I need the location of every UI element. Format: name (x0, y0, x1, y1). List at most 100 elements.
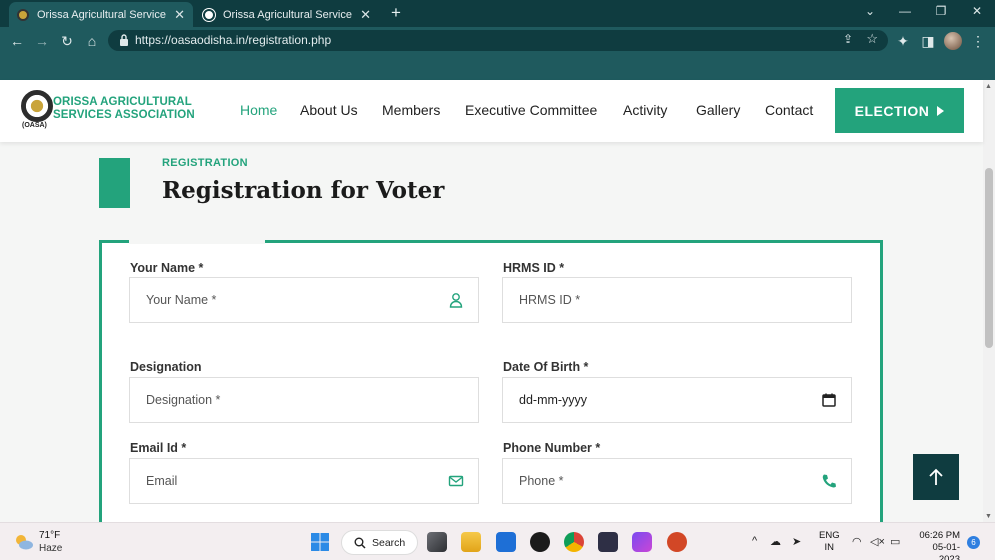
language-indicator[interactable]: ENG IN (819, 530, 840, 554)
nav-home[interactable]: Home (240, 102, 277, 118)
mail-icon (448, 475, 464, 487)
your-name-placeholder: Your Name * (146, 293, 217, 307)
email-placeholder: Email (146, 474, 178, 488)
registration-page: REGISTRATION Registration for Voter Your… (0, 142, 983, 522)
site-favicon (17, 8, 29, 21)
lock-icon (120, 34, 128, 46)
show-hidden-icons-chevron-icon[interactable]: ^ (752, 535, 757, 547)
file-explorer-icon[interactable] (461, 532, 481, 552)
browser-tab-bar: Orissa Agricultural Services Asso ✕ Oris… (0, 0, 995, 27)
election-button[interactable]: ELECTION (835, 88, 964, 133)
scroll-up-arrow-icon[interactable]: ▲ (985, 83, 992, 90)
volume-muted-icon[interactable]: ◁× (870, 535, 885, 548)
system-clock[interactable]: 06:26 PM 05-01-2023 (912, 530, 960, 560)
forward-icon[interactable]: → (33, 32, 51, 50)
back-to-top-button[interactable] (913, 454, 959, 500)
form-frame-gap (129, 238, 265, 244)
page-scrollbar[interactable]: ▲ ▼ (983, 80, 995, 522)
browser-tab-1[interactable]: Orissa Agricultural Services Asso ✕ (9, 2, 193, 27)
nav-members[interactable]: Members (382, 102, 440, 118)
phone-label: Phone Number * (503, 441, 601, 455)
dob-placeholder: dd-mm-yyyy (519, 393, 588, 407)
reload-icon[interactable]: ↻ (58, 32, 76, 50)
site-header: (OASA) ORISSA AGRICULTURAL SERVICES ASSO… (0, 80, 983, 142)
task-view-icon[interactable] (427, 532, 447, 552)
profile-avatar[interactable] (944, 32, 962, 50)
notification-badge[interactable]: 6 (967, 536, 980, 549)
url-text: https://oasaodisha.in/registration.php (135, 33, 332, 47)
address-bar[interactable]: https://oasaodisha.in/registration.php ⇪… (108, 30, 888, 51)
picsart-icon[interactable] (632, 532, 652, 552)
search-icon (354, 537, 366, 549)
weather-temperature: 71°F (39, 530, 61, 541)
close-tab-icon[interactable]: ✕ (174, 7, 185, 23)
designation-input[interactable]: Designation * (129, 377, 479, 423)
dob-label: Date Of Birth * (503, 360, 589, 374)
wifi-icon[interactable]: ◠ (852, 535, 862, 548)
browser-toolbar: ← → ↻ ⌂ https://oasaodisha.in/registrati… (0, 27, 995, 54)
browser-tab-2[interactable]: Orissa Agricultural Services Asso ✕ (195, 2, 379, 27)
battery-icon[interactable]: ▭ (890, 535, 900, 548)
bookmark-star-icon[interactable]: ☆ (866, 31, 878, 47)
dob-input[interactable]: dd-mm-yyyy (502, 377, 852, 423)
app-icon-dark[interactable] (598, 532, 618, 552)
nav-about-us[interactable]: About Us (300, 102, 358, 118)
phone-input[interactable]: Phone * (502, 458, 852, 504)
designation-placeholder: Designation * (146, 393, 221, 407)
logo-text[interactable]: ORISSA AGRICULTURAL SERVICES ASSOCIATION (53, 96, 195, 122)
phone-placeholder: Phone * (519, 474, 564, 488)
menu-icon[interactable]: ⋮ (969, 32, 987, 50)
section-eyebrow: REGISTRATION (162, 157, 248, 169)
clock-time: 06:26 PM (919, 530, 960, 541)
nav-executive-committee[interactable]: Executive Committee (465, 102, 597, 118)
calendar-icon[interactable] (821, 392, 837, 408)
scrollbar-thumb[interactable] (985, 168, 993, 348)
weather-haze-icon[interactable] (14, 532, 34, 552)
site-top-strip (0, 54, 995, 80)
tab-title: Orissa Agricultural Services Asso (37, 8, 166, 21)
globe-icon (203, 8, 215, 21)
arrow-up-icon (929, 468, 943, 485)
taskbar-search[interactable]: Search (341, 530, 418, 555)
oasa-logo-emblem[interactable] (21, 90, 53, 122)
close-window-button[interactable]: ✕ (968, 4, 986, 18)
close-tab-icon[interactable]: ✕ (360, 7, 371, 23)
powerpoint-icon[interactable] (667, 532, 687, 552)
weather-description: Haze (39, 543, 63, 554)
nav-contact[interactable]: Contact (765, 102, 813, 118)
clock-date: 05-01-2023 (932, 542, 960, 560)
os-taskbar: 71°F Haze Search ^ ☁ ➤ ENG IN ◠ ◁× ▭ 06:… (0, 522, 995, 560)
new-tab-button[interactable]: + (386, 3, 406, 23)
back-icon[interactable]: ← (8, 32, 26, 50)
your-name-input[interactable]: Your Name * (129, 277, 479, 323)
home-icon[interactable]: ⌂ (83, 32, 101, 50)
minimize-button[interactable]: — (896, 4, 914, 18)
logo-line-2: SERVICES ASSOCIATION (53, 109, 195, 121)
email-label: Email Id * (130, 441, 187, 455)
share-icon[interactable]: ⇪ (843, 32, 853, 46)
logo-abbreviation: (OASA) (22, 122, 47, 129)
location-arrow-icon[interactable]: ➤ (792, 535, 801, 548)
hrms-id-input[interactable]: HRMS ID * (502, 277, 852, 323)
your-name-label: Your Name * (130, 261, 204, 275)
onedrive-cloud-icon[interactable]: ☁ (770, 535, 781, 548)
nav-activity[interactable]: Activity (623, 102, 667, 118)
extensions-icon[interactable]: ✦ (894, 32, 912, 50)
user-icon (449, 293, 463, 308)
windows-start-icon[interactable] (310, 532, 330, 552)
tab-title: Orissa Agricultural Services Asso (223, 8, 352, 21)
dell-app-icon[interactable] (530, 532, 550, 552)
scroll-down-arrow-icon[interactable]: ▼ (985, 513, 992, 520)
restore-button[interactable]: ❐ (932, 4, 950, 18)
chrome-icon[interactable] (564, 532, 584, 552)
mail-app-icon[interactable] (496, 532, 516, 552)
title-accent-bar (99, 158, 130, 208)
nav-gallery[interactable]: Gallery (696, 102, 740, 118)
phone-icon (822, 474, 836, 488)
hrms-id-label: HRMS ID * (503, 261, 565, 275)
side-panel-icon[interactable]: ◨ (919, 32, 937, 50)
page-title: Registration for Voter (162, 177, 445, 204)
tab-search-icon[interactable]: ⌄ (861, 4, 879, 18)
language-code: ENG (819, 530, 840, 541)
email-input[interactable]: Email (129, 458, 479, 504)
